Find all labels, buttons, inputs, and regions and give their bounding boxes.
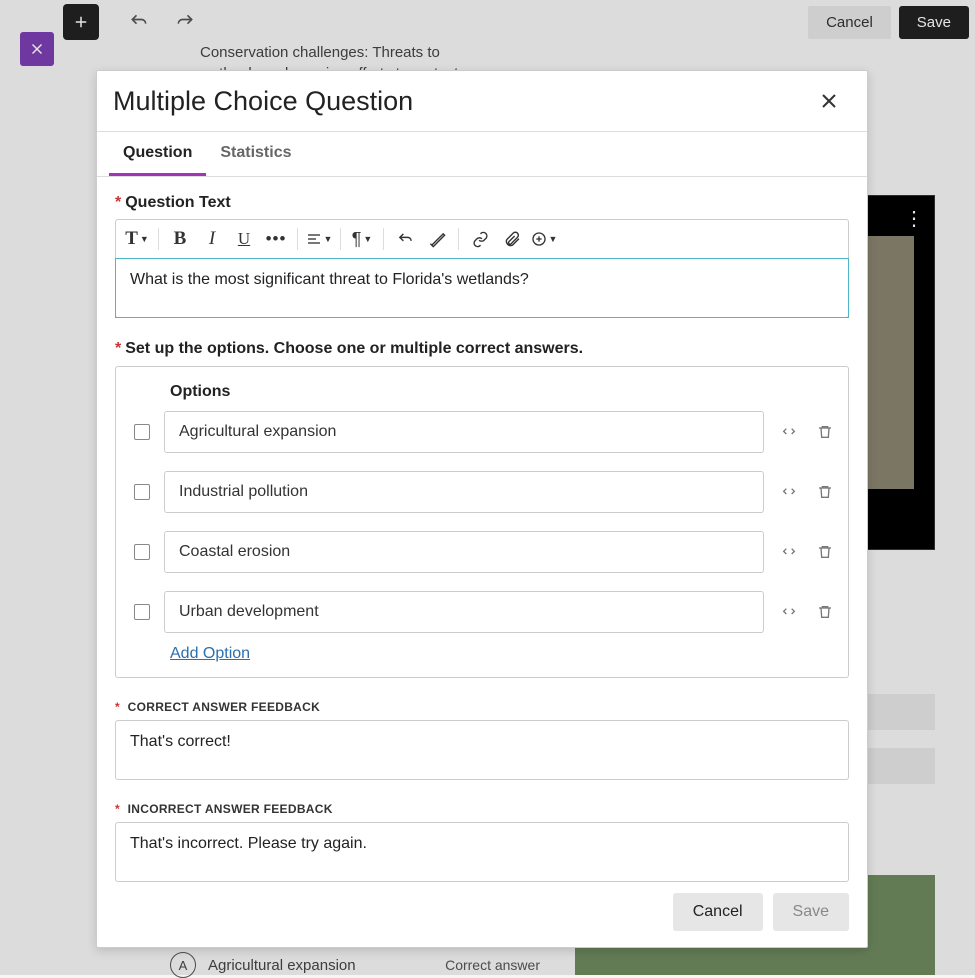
option-checkbox[interactable] <box>134 604 150 620</box>
delete-icon[interactable] <box>814 541 836 563</box>
option-checkbox[interactable] <box>134 424 150 440</box>
answer-letter-badge: A <box>170 952 196 978</box>
reorder-icon[interactable] <box>778 481 800 503</box>
delete-icon[interactable] <box>814 421 836 443</box>
option-checkbox[interactable] <box>134 544 150 560</box>
option-row: Urban development <box>128 591 836 633</box>
question-text-label: *Question Text <box>115 194 849 212</box>
add-option-link[interactable]: Add Option <box>170 645 836 663</box>
clear-formatting-button[interactable] <box>422 224 452 254</box>
underline-button[interactable]: U <box>229 224 259 254</box>
option-text-input[interactable]: Coastal erosion <box>164 531 764 573</box>
delete-icon[interactable] <box>814 601 836 623</box>
option-row: Coastal erosion <box>128 531 836 573</box>
option-row: Industrial pollution <box>128 471 836 513</box>
attachment-button[interactable] <box>497 224 527 254</box>
question-text-input[interactable]: What is the most significant threat to F… <box>115 258 849 318</box>
correct-answer-label: Correct answer <box>445 957 540 973</box>
text-style-dropdown[interactable]: T▼ <box>122 224 152 254</box>
option-checkbox[interactable] <box>134 484 150 500</box>
modal-save-button[interactable]: Save <box>773 893 849 931</box>
modal-tabs: Question Statistics <box>97 132 867 177</box>
options-container: Options Agricultural expansion Industria… <box>115 366 849 678</box>
paragraph-dropdown[interactable]: ¶▼ <box>347 224 377 254</box>
bg-answer-preview: A Agricultural expansion Correct answer <box>170 955 540 975</box>
delete-icon[interactable] <box>814 481 836 503</box>
undo-editor-button[interactable] <box>390 224 420 254</box>
correct-feedback-input[interactable]: That's correct! <box>115 720 849 780</box>
more-formatting-button[interactable]: ••• <box>261 224 291 254</box>
incorrect-feedback-input[interactable]: That's incorrect. Please try again. <box>115 822 849 882</box>
reorder-icon[interactable] <box>778 421 800 443</box>
incorrect-feedback-label: * INCORRECT ANSWER FEEDBACK <box>115 802 849 816</box>
tab-question[interactable]: Question <box>109 132 206 176</box>
options-instruction-label: *Set up the options. Choose one or multi… <box>115 340 849 358</box>
options-header: Options <box>170 383 836 401</box>
reorder-icon[interactable] <box>778 541 800 563</box>
top-toolbar: Cancel Save <box>0 0 975 44</box>
question-text-editor: T▼ B I U ••• ▼ ¶▼ <box>115 219 849 318</box>
option-text-input[interactable]: Industrial pollution <box>164 471 764 513</box>
page-save-button[interactable]: Save <box>899 6 969 39</box>
modal-header: Multiple Choice Question <box>97 71 867 132</box>
insert-dropdown[interactable]: ▼ <box>529 224 559 254</box>
modal-close-button[interactable] <box>813 85 845 117</box>
multiple-choice-modal: Multiple Choice Question Question Statis… <box>96 70 868 948</box>
undo-button[interactable] <box>121 4 157 40</box>
side-close-button[interactable] <box>20 32 54 66</box>
tab-statistics[interactable]: Statistics <box>206 132 305 176</box>
answer-text: Agricultural expansion <box>208 957 356 974</box>
option-text-input[interactable]: Urban development <box>164 591 764 633</box>
page-cancel-button[interactable]: Cancel <box>808 6 891 39</box>
option-row: Agricultural expansion <box>128 411 836 453</box>
link-button[interactable] <box>465 224 495 254</box>
align-dropdown[interactable]: ▼ <box>304 224 334 254</box>
reorder-icon[interactable] <box>778 601 800 623</box>
add-button[interactable] <box>63 4 99 40</box>
modal-cancel-button[interactable]: Cancel <box>673 893 763 931</box>
modal-footer: Cancel Save <box>97 883 867 947</box>
editor-toolbar: T▼ B I U ••• ▼ ¶▼ <box>116 220 848 259</box>
italic-button[interactable]: I <box>197 224 227 254</box>
modal-title: Multiple Choice Question <box>113 86 813 117</box>
option-text-input[interactable]: Agricultural expansion <box>164 411 764 453</box>
correct-feedback-label: * CORRECT ANSWER FEEDBACK <box>115 700 849 714</box>
kebab-icon[interactable]: ⋮ <box>904 206 924 231</box>
modal-body: *Question Text T▼ B I U ••• ▼ ¶▼ <box>97 177 867 883</box>
bold-button[interactable]: B <box>165 224 195 254</box>
redo-button[interactable] <box>167 4 203 40</box>
